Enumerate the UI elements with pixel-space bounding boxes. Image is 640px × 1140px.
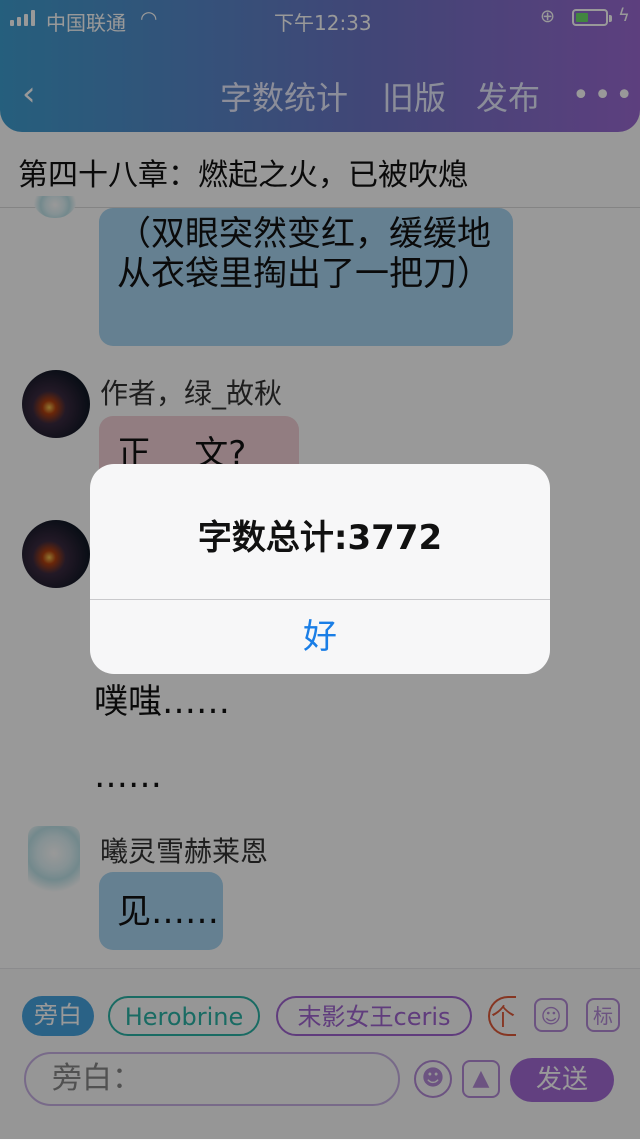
alert-ok-button[interactable]: 好 bbox=[90, 600, 550, 674]
alert-dialog: 字数总计:3772 好 bbox=[90, 464, 550, 674]
alert-message: 字数总计:3772 bbox=[197, 518, 443, 558]
